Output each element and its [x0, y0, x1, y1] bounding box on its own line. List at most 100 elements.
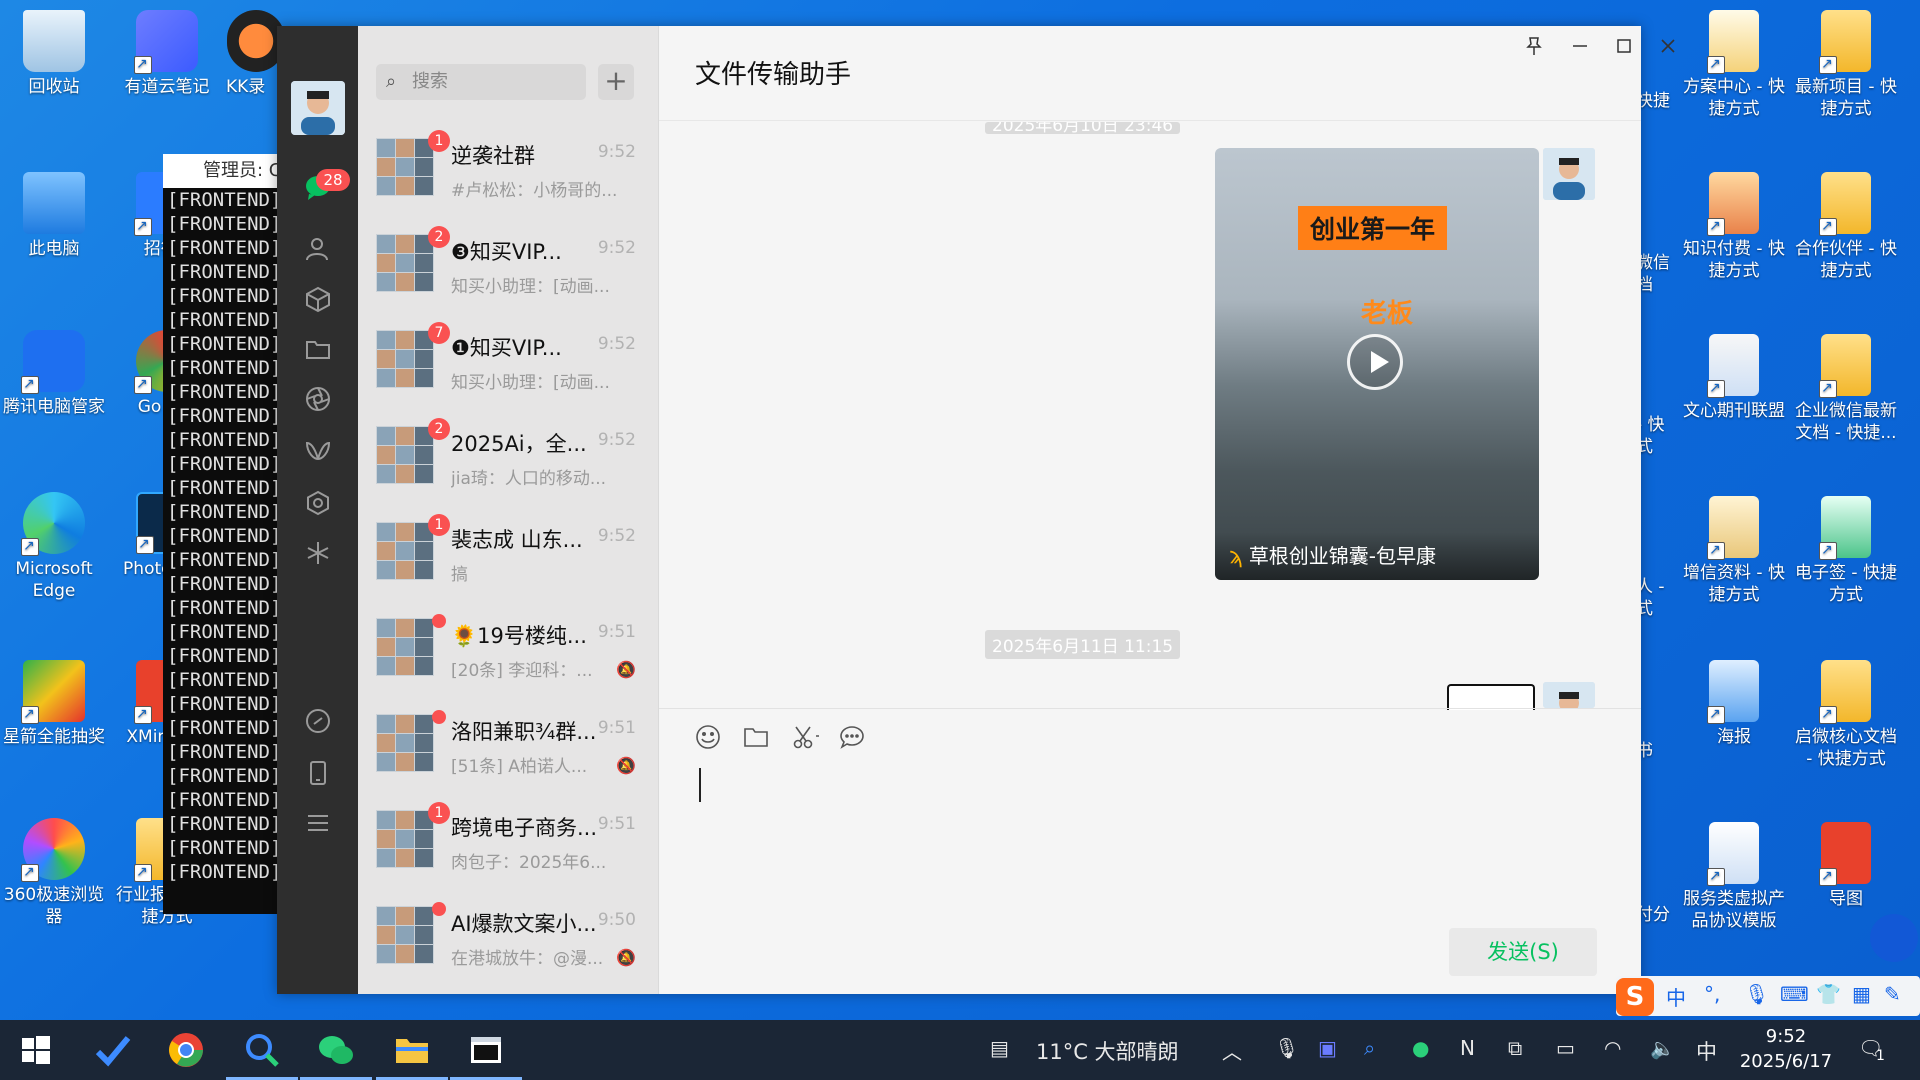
- chat-history-icon[interactable]: [839, 724, 865, 756]
- ime-more-icon[interactable]: ✎: [1884, 982, 1901, 1006]
- mindmap-icon: [1819, 822, 1871, 887]
- wechat-tray-icon[interactable]: ●: [1412, 1036, 1429, 1060]
- search-input[interactable]: ⌕ 搜索: [376, 64, 586, 100]
- desktop-partial-label: 快捷: [1636, 91, 1670, 111]
- chat-list-item[interactable]: 1 逆袭社群 9:52 #卢松松：小杨哥的...: [358, 120, 658, 216]
- weather-text[interactable]: 11°C 大部晴朗: [1036, 1036, 1179, 1066]
- wifi-icon[interactable]: ◠: [1604, 1036, 1621, 1060]
- ime-language-toggle[interactable]: 中: [1666, 982, 1686, 1011]
- sogou-ime-icon[interactable]: S: [1616, 978, 1654, 1016]
- close-icon[interactable]: [1659, 36, 1677, 61]
- search-spark-icon[interactable]: [299, 534, 337, 572]
- input-language-indicator[interactable]: 中: [1696, 1036, 1717, 1066]
- desktop-icon-wenxin[interactable]: 文心期刊联盟: [1680, 334, 1788, 422]
- emoji-icon[interactable]: [695, 724, 721, 756]
- desktop-icon-mindmap[interactable]: 导图: [1792, 822, 1900, 910]
- skin-shirt-icon[interactable]: 👕: [1816, 982, 1841, 1006]
- document-icon: [1707, 334, 1759, 399]
- chat-preview: [20条] 李迎科：...: [451, 661, 593, 681]
- desktop-icon-core-docs[interactable]: 启微核心文档 - 快捷方式: [1792, 660, 1900, 770]
- pin-icon[interactable]: [1525, 36, 1543, 61]
- start-windows-icon[interactable]: [16, 1030, 56, 1070]
- volume-icon[interactable]: 🔈: [1650, 1036, 1675, 1060]
- favorites-box-icon[interactable]: [299, 280, 337, 318]
- screen-tray-icon[interactable]: ⧉: [1508, 1036, 1522, 1060]
- desktop-icon-credit-docs[interactable]: 增信资料 - 快捷方式: [1680, 496, 1788, 606]
- chat-list-item[interactable]: 1 跨境电子商务... 9:51 肉包子：2025年6...: [358, 792, 658, 888]
- menu-icon[interactable]: [299, 804, 337, 842]
- desktop-icon-scheme-center[interactable]: 方案中心 - 快捷方式: [1680, 10, 1788, 120]
- minimize-icon[interactable]: [1571, 36, 1589, 61]
- send-file-folder-icon[interactable]: [743, 724, 769, 756]
- news-widget-icon[interactable]: ▤: [990, 1036, 1009, 1060]
- desktop-icon-360-browser[interactable]: 360极速浏览器: [0, 818, 108, 928]
- my-avatar[interactable]: [1543, 148, 1595, 200]
- desktop-icon-e-sign[interactable]: 电子签 - 快捷方式: [1792, 496, 1900, 606]
- send-button[interactable]: 发送(S): [1449, 928, 1597, 976]
- desktop-icon-latest-projects[interactable]: 最新项目 - 快捷方式: [1792, 10, 1900, 120]
- desktop-icon-edge[interactable]: Microsoft Edge: [0, 492, 108, 602]
- desktop-icon-service-template[interactable]: 服务类虚拟产品协议模版: [1680, 822, 1788, 932]
- desktop-icon-lottery[interactable]: 星箭全能抽奖: [0, 660, 108, 748]
- microphone-tray-icon[interactable]: 🎙: [1274, 1036, 1299, 1060]
- chat-list-item[interactable]: AI爆款文案小... 9:50 在港城放牛：@漫... 🔕: [358, 888, 658, 984]
- desktop-icon-wecom-docs[interactable]: 企业微信最新文档 - 快捷...: [1792, 334, 1900, 444]
- ime-toolbar[interactable]: S 中 °, 🎙 ⌨ 👕 ▦ ✎: [1616, 976, 1920, 1016]
- battery-icon[interactable]: ▭: [1556, 1036, 1575, 1060]
- chat-list-item[interactable]: 洛阳兼职¾群... 9:51 [51条] A柏诺人... 🔕: [358, 696, 658, 792]
- my-avatar[interactable]: [1543, 682, 1595, 708]
- chat-list-item[interactable]: 🌻19号楼纯... 9:51 [20条] 李迎科：... 🔕: [358, 600, 658, 696]
- chat-list-item[interactable]: 2 ❸知买VIP... 9:52 知买小助理：[动画...: [358, 216, 658, 312]
- toolbox-grid-icon[interactable]: ▦: [1852, 982, 1871, 1006]
- unread-count-badge: 1: [428, 514, 450, 536]
- file-explorer-taskbar-icon[interactable]: [376, 1030, 448, 1080]
- desktop-icon-poster[interactable]: 海报: [1680, 660, 1788, 748]
- folder-icon[interactable]: [299, 330, 337, 368]
- console-line: [FRONTEND]: [167, 741, 282, 763]
- video-message[interactable]: 创业第一年 老板 ϡ 草根创业锦囊-包早康: [1215, 148, 1539, 580]
- taskbar-clock[interactable]: 9:52 2025/6/17: [1736, 1024, 1836, 1074]
- task-checkmark-icon[interactable]: [92, 1030, 132, 1070]
- console-window[interactable]: 管理员: C [FRONTEND] [FRONTEND] [FRONTEND] [FR…: [163, 154, 283, 914]
- desktop-icon-label: 方案中心 - 快捷方式: [1683, 77, 1785, 119]
- phone-icon[interactable]: [299, 754, 337, 792]
- link-icon[interactable]: [299, 702, 337, 740]
- desktop-icon-this-pc[interactable]: 此电脑: [0, 172, 108, 260]
- wechat-taskbar-icon[interactable]: [300, 1030, 372, 1080]
- search-app-taskbar-icon[interactable]: [226, 1030, 298, 1080]
- console-line: [FRONTEND]: [167, 213, 282, 235]
- desktop-icon-tencent-pc-manager[interactable]: 腾讯电脑管家: [0, 330, 108, 418]
- desktop-icon-partners[interactable]: 合作伙伴 - 快捷方式: [1792, 172, 1900, 282]
- chat-preview: [51条] A柏诺人...: [451, 757, 588, 777]
- keyboard-icon[interactable]: ⌨: [1780, 982, 1809, 1006]
- play-icon[interactable]: [1347, 334, 1403, 390]
- desktop-icon-recycle-bin[interactable]: 回收站: [0, 10, 108, 98]
- chat-list-item[interactable]: 7 ❶知买VIP... 9:52 知买小助理：[动画...: [358, 312, 658, 408]
- chat-preview: 搞: [451, 565, 468, 585]
- contacts-icon[interactable]: [299, 230, 337, 268]
- add-button[interactable]: +: [598, 64, 634, 100]
- message-input[interactable]: [699, 768, 701, 802]
- maximize-icon[interactable]: [1615, 36, 1633, 61]
- chat-name: AI爆款文案小...: [451, 912, 597, 936]
- app-tray-icon[interactable]: ▣: [1318, 1036, 1337, 1060]
- moments-aperture-icon[interactable]: [299, 380, 337, 418]
- chrome-taskbar-icon[interactable]: [166, 1030, 206, 1070]
- ime-punctuation[interactable]: °,: [1704, 982, 1720, 1006]
- notion-tray-icon[interactable]: N: [1460, 1036, 1475, 1060]
- chat-list-item[interactable]: 1 裴志成 山东... 9:52 搞: [358, 504, 658, 600]
- desktop-icon-knowledge-pay[interactable]: 知识付费 - 快捷方式: [1680, 172, 1788, 282]
- screenshot-scissors-icon[interactable]: [791, 724, 821, 756]
- search-app-tray-icon[interactable]: ⌕: [1364, 1036, 1375, 1060]
- microphone-icon[interactable]: 🎙: [1744, 982, 1769, 1006]
- console-taskbar-icon[interactable]: [450, 1030, 522, 1080]
- desktop-icon-label: 海报: [1717, 727, 1751, 747]
- mini-program-icon[interactable]: [299, 484, 337, 522]
- file-message-partial[interactable]: [1447, 684, 1535, 710]
- channels-icon[interactable]: [299, 432, 337, 470]
- unread-count-badge: 7: [428, 322, 450, 344]
- desktop-icon-youdao-note[interactable]: 有道云笔记: [113, 10, 221, 98]
- show-hidden-icons-chevron-icon[interactable]: ︿: [1222, 1036, 1242, 1065]
- user-avatar[interactable]: [291, 81, 345, 135]
- chat-list-item[interactable]: 2 2025Ai，全... 9:52 jia琦：人口的移动...: [358, 408, 658, 504]
